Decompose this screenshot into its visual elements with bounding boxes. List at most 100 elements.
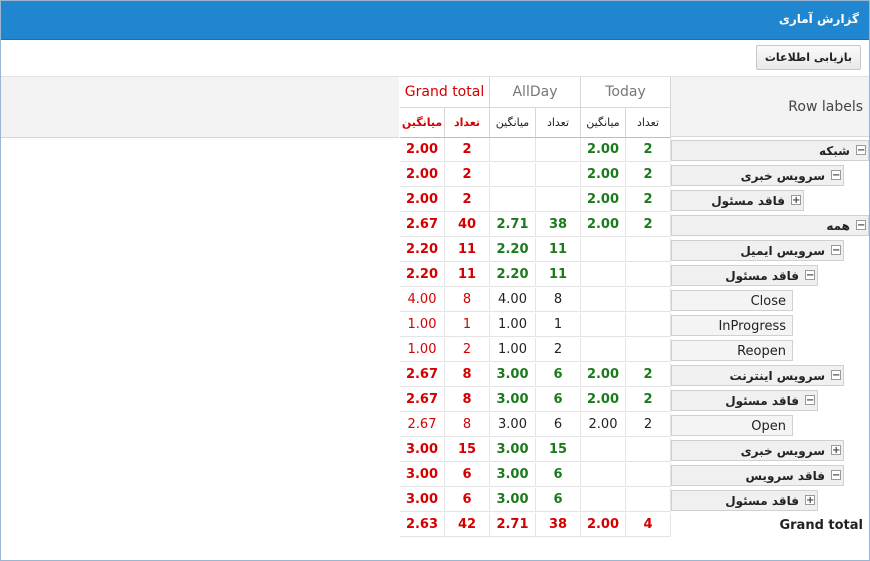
allday-count-cell: 2 (536, 338, 581, 362)
row-label[interactable]: فاقد مسئول + (671, 490, 818, 511)
grand-total-avg-cell: 2.00 (400, 188, 445, 212)
row-label[interactable]: فاقد سرویس − (671, 465, 844, 486)
header-allday-avg: میانگین (490, 108, 536, 138)
allday-count-cell: 6 (536, 413, 581, 437)
toolbar: بازیابی اطلاعات (1, 40, 869, 77)
grand-total-count-cell: 8 (445, 413, 490, 437)
allday-count-cell: 15 (536, 438, 581, 462)
row-label-text: سرویس اینترنت (729, 369, 825, 383)
today-count-cell: 2 (626, 163, 671, 187)
collapse-icon[interactable]: − (805, 270, 815, 281)
row-label: Open (671, 415, 793, 436)
report-window: گزارش آماری بازیابی اطلاعات Grand total … (0, 0, 870, 561)
collapse-icon[interactable]: − (831, 170, 841, 181)
restore-data-button[interactable]: بازیابی اطلاعات (755, 45, 861, 70)
header-row-labels: Row labels (670, 77, 869, 137)
row-label: InProgress (671, 315, 793, 336)
collapse-icon[interactable]: − (831, 370, 841, 381)
allday-avg-cell: 2.71 (490, 513, 536, 537)
allday-count-cell: 38 (536, 213, 581, 237)
grand-total-avg-cell: 2.63 (400, 513, 445, 537)
today-avg-cell: 2.00 (581, 363, 626, 387)
row-label: Reopen (671, 340, 793, 361)
header-grand-total: Grand total (400, 77, 490, 108)
today-count-cell (626, 313, 671, 337)
grand-total-avg-cell: 2.20 (400, 263, 445, 287)
allday-count-cell: 6 (536, 488, 581, 512)
header-grand-total-avg: میانگین (400, 108, 445, 138)
allday-avg-cell (490, 163, 536, 187)
grand-total-avg-cell: 2.67 (400, 213, 445, 237)
row-label[interactable]: فاقد مسئول − (671, 265, 818, 286)
row-label[interactable]: سرویس خبری − (671, 165, 844, 186)
expand-icon[interactable]: + (831, 445, 841, 456)
grand-total-count-cell: 2 (445, 338, 490, 362)
allday-count-cell (536, 138, 581, 162)
row-label-text: Grand total (779, 518, 863, 533)
grand-total-count-cell: 2 (445, 138, 490, 162)
row-label[interactable]: سرویس اینترنت − (671, 365, 844, 386)
today-count-cell (626, 488, 671, 512)
grand-total-count-cell: 15 (445, 438, 490, 462)
today-count-cell: 2 (626, 188, 671, 212)
allday-avg-cell (490, 188, 536, 212)
row-label[interactable]: فاقد مسئول − (671, 390, 818, 411)
allday-avg-cell: 3.00 (490, 413, 536, 437)
allday-count-cell: 1 (536, 313, 581, 337)
allday-avg-cell: 3.00 (490, 438, 536, 462)
today-count-cell: 2 (626, 413, 671, 437)
collapse-icon[interactable]: − (856, 220, 866, 231)
collapse-icon[interactable]: − (856, 145, 866, 156)
grand-total-avg-cell: 2.67 (400, 413, 445, 437)
row-label[interactable]: شبکه − (671, 140, 869, 161)
grand-total-avg-cell: 2.20 (400, 238, 445, 262)
allday-count-cell: 11 (536, 263, 581, 287)
allday-avg-cell: 1.00 (490, 338, 536, 362)
expand-icon[interactable]: + (791, 195, 801, 206)
today-count-cell: 2 (626, 213, 671, 237)
row-label-text: Open (751, 419, 786, 434)
grand-total-avg-cell: 3.00 (400, 438, 445, 462)
today-count-cell: 4 (626, 513, 671, 537)
header-today: Today (581, 77, 671, 108)
today-count-cell: 2 (626, 388, 671, 412)
row-label-text: Close (750, 294, 786, 309)
row-label-text: سرویس خبری (740, 444, 825, 458)
collapse-icon[interactable]: − (805, 395, 815, 406)
row-label[interactable]: همه − (671, 215, 869, 236)
row-label[interactable]: سرویس ایمیل − (671, 240, 844, 261)
today-avg-cell (581, 338, 626, 362)
today-avg-cell: 2.00 (581, 513, 626, 537)
header-empty-area (1, 77, 399, 138)
allday-count-cell: 38 (536, 513, 581, 537)
allday-avg-cell: 3.00 (490, 463, 536, 487)
today-count-cell: 2 (626, 363, 671, 387)
row-label-text: InProgress (718, 319, 786, 334)
today-count-cell (626, 263, 671, 287)
allday-count-cell (536, 163, 581, 187)
today-avg-cell: 2.00 (581, 138, 626, 162)
header-allday: AllDay (490, 77, 581, 108)
row-label: Grand total (671, 515, 869, 536)
collapse-icon[interactable]: − (831, 470, 841, 481)
grand-total-count-cell: 6 (445, 463, 490, 487)
today-avg-cell: 2.00 (581, 388, 626, 412)
today-avg-cell (581, 463, 626, 487)
grand-total-avg-cell: 2.00 (400, 163, 445, 187)
row-label-text: شبکه (819, 144, 850, 158)
grand-total-avg-cell: 2.67 (400, 388, 445, 412)
row-label[interactable]: فاقد مسئول + (671, 190, 804, 211)
allday-count-cell: 6 (536, 363, 581, 387)
grand-total-avg-cell: 4.00 (400, 288, 445, 312)
collapse-icon[interactable]: − (831, 245, 841, 256)
row-label[interactable]: سرویس خبری + (671, 440, 844, 461)
grand-total-avg-cell: 3.00 (400, 488, 445, 512)
today-count-cell (626, 288, 671, 312)
header-allday-count: تعداد (536, 108, 581, 138)
pivot-table: Grand total میانگین تعداد AllDay میانگین… (1, 77, 869, 560)
row-label-text: فاقد مسئول (725, 394, 799, 408)
row-label-text: فاقد مسئول (725, 269, 799, 283)
expand-icon[interactable]: + (805, 495, 815, 506)
grand-total-count-cell: 8 (445, 388, 490, 412)
allday-avg-cell: 2.71 (490, 213, 536, 237)
